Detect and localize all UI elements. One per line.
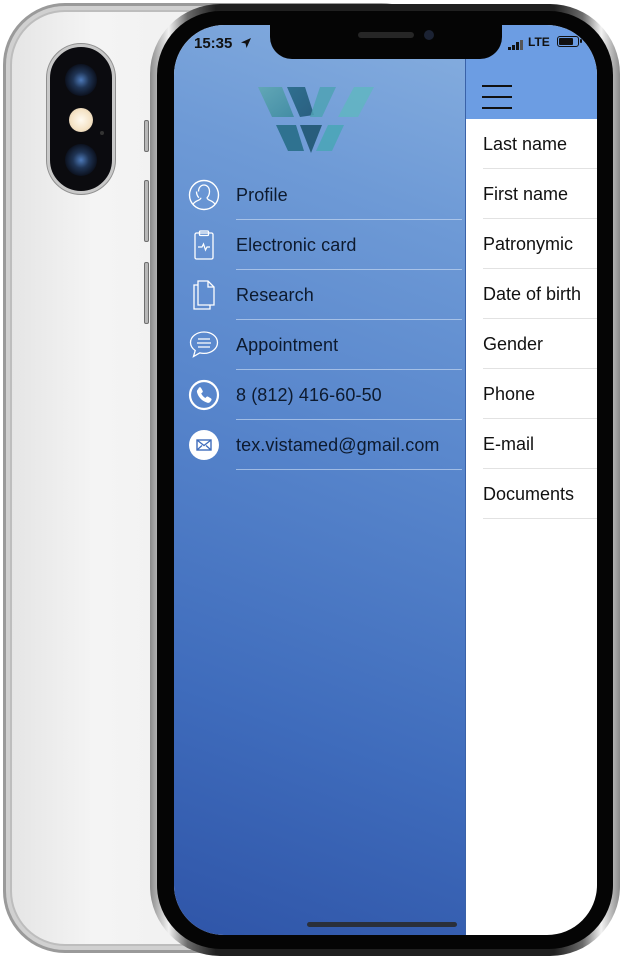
profile-fields-list: Last name First name Patronymic Date of … <box>466 119 597 519</box>
front-phone-frame: Profile Electronic card Research Appoint… <box>150 4 620 956</box>
field-label: E-mail <box>483 433 535 454</box>
drawer-item-label: Electronic card <box>236 234 357 255</box>
drawer-item-label: Research <box>236 284 314 305</box>
drawer-item-research[interactable]: Research <box>174 270 466 320</box>
field-label: Date of birth <box>483 283 582 304</box>
field-first-name[interactable]: First name <box>466 169 597 219</box>
field-label: Patronymic <box>483 233 574 254</box>
field-label: Phone <box>483 383 536 404</box>
drawer-item-electronic-card[interactable]: Electronic card <box>174 220 466 270</box>
navigation-drawer: Profile Electronic card Research Appoint… <box>174 25 466 935</box>
rear-microphone <box>100 131 104 135</box>
drawer-item-label: 8 (812) 416-60-50 <box>236 384 382 405</box>
chat-bubble-icon <box>189 331 219 358</box>
field-email[interactable]: E-mail <box>466 419 597 469</box>
earpiece-speaker <box>358 32 414 38</box>
field-last-name[interactable]: Last name <box>466 119 597 169</box>
drawer-item-email[interactable]: tex.vistamed@gmail.com <box>174 420 466 470</box>
field-label: First name <box>483 183 569 204</box>
drawer-item-profile[interactable]: Profile <box>174 170 466 220</box>
documents-icon <box>193 280 215 310</box>
field-label: Gender <box>483 333 544 354</box>
battery-level <box>559 38 574 45</box>
divider <box>236 469 462 470</box>
camera-lens-icon <box>65 64 97 96</box>
status-time: 15:35 <box>194 35 233 52</box>
drawer-item-label: tex.vistamed@gmail.com <box>236 434 440 455</box>
hamburger-menu-icon[interactable] <box>482 85 512 109</box>
drawer-menu: Profile Electronic card Research Appoint… <box>174 170 466 470</box>
cellular-signal-icon <box>508 40 526 50</box>
location-arrow-icon <box>241 38 251 48</box>
home-indicator[interactable] <box>307 922 457 927</box>
field-gender[interactable]: Gender <box>466 319 597 369</box>
volume-down-button <box>144 262 149 324</box>
camera-flash-icon <box>69 108 93 132</box>
camera-lens-icon <box>65 144 97 176</box>
rear-camera-module <box>47 44 115 194</box>
drawer-item-label: Appointment <box>236 334 339 355</box>
field-date-of-birth[interactable]: Date of birth <box>466 269 597 319</box>
field-documents[interactable]: Documents <box>466 469 597 519</box>
field-label: Last name <box>483 133 568 154</box>
mute-switch <box>144 120 149 152</box>
divider <box>483 518 597 519</box>
battery-icon <box>557 36 582 47</box>
field-phone[interactable]: Phone <box>466 369 597 419</box>
status-bar: 15:35 LTE <box>174 25 597 59</box>
phone-icon <box>188 379 220 411</box>
volume-up-button <box>144 180 149 242</box>
drawer-item-phone[interactable]: 8 (812) 416-60-50 <box>174 370 466 420</box>
clipboard-pulse-icon <box>194 230 214 260</box>
phone-screen: Profile Electronic card Research Appoint… <box>174 25 597 935</box>
drawer-item-label: Profile <box>236 184 288 205</box>
field-label: Documents <box>483 483 575 504</box>
user-profile-icon <box>188 179 220 211</box>
vistamed-logo <box>258 87 374 153</box>
front-camera-icon <box>424 30 434 40</box>
notch <box>270 25 502 59</box>
field-patronymic[interactable]: Patronymic <box>466 219 597 269</box>
network-type: LTE <box>528 35 550 49</box>
drawer-item-appointment[interactable]: Appointment <box>174 320 466 370</box>
phone-bezel: Profile Electronic card Research Appoint… <box>157 11 613 949</box>
email-icon <box>189 430 219 460</box>
